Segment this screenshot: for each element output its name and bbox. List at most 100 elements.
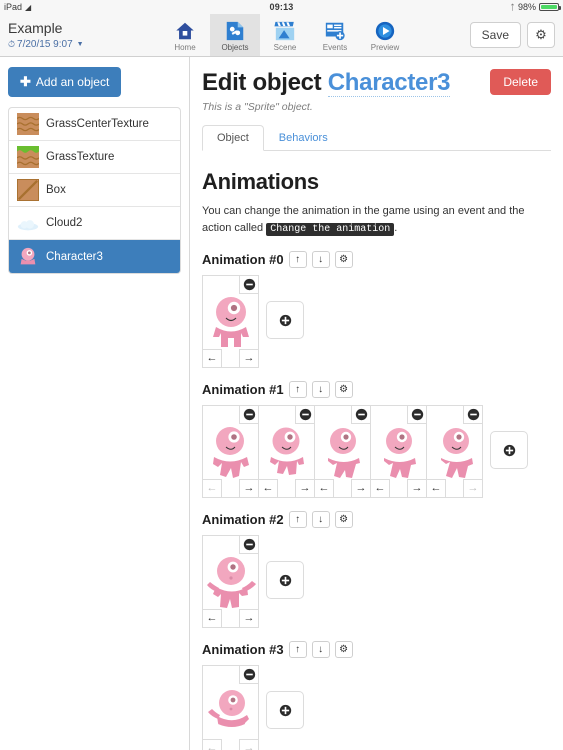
list-item-grasscentertexture[interactable]: GrassCenterTexture bbox=[9, 108, 180, 141]
arrow-left-icon[interactable]: ← bbox=[203, 479, 222, 497]
arrow-up-icon[interactable]: ↑ bbox=[288, 251, 307, 268]
animation-frames-1: ← → ← → ← → ← → ← → bbox=[202, 405, 551, 498]
nav-tab-home[interactable]: Home bbox=[160, 14, 210, 56]
arrow-down-icon[interactable]: ↓ bbox=[311, 511, 330, 528]
animation-frame[interactable]: ← → bbox=[370, 405, 427, 498]
arrow-up-icon[interactable]: ↑ bbox=[288, 381, 307, 398]
tab-behaviors[interactable]: Behaviors bbox=[264, 125, 343, 151]
gear-icon[interactable]: ⚙ bbox=[334, 381, 353, 398]
list-item-label: GrassCenterTexture bbox=[46, 118, 149, 130]
animation-frame[interactable]: ← → bbox=[426, 405, 483, 498]
nav-tab-scene[interactable]: Scene bbox=[260, 14, 310, 56]
arrow-right-icon[interactable]: → bbox=[351, 479, 370, 497]
change-animation-code-badge: Change the animation bbox=[266, 223, 395, 236]
ios-status-bar: iPad ◢ 09:13 ᛏ 98% bbox=[0, 0, 563, 14]
character-thumb bbox=[20, 247, 36, 264]
battery-icon bbox=[539, 3, 561, 11]
arrow-right-icon[interactable]: → bbox=[239, 609, 258, 627]
animation-frames-2: ← → bbox=[202, 535, 551, 628]
minus-circle-icon[interactable] bbox=[407, 406, 426, 424]
animation-header-3: Animation #3 ↑ ↓ ⚙ bbox=[202, 641, 551, 658]
character-sprite-walk-5 bbox=[438, 427, 474, 478]
arrow-down-icon[interactable]: ↓ bbox=[311, 641, 330, 658]
save-button[interactable]: Save bbox=[469, 22, 521, 48]
arrow-left-icon[interactable]: ← bbox=[427, 479, 446, 497]
gear-icon[interactable]: ⚙ bbox=[334, 511, 353, 528]
arrow-up-icon[interactable]: ↑ bbox=[288, 641, 307, 658]
nav-tab-home-label: Home bbox=[174, 43, 196, 52]
list-item-character3[interactable]: Character3 bbox=[9, 240, 180, 273]
add-frame-button[interactable] bbox=[266, 691, 304, 729]
minus-circle-icon[interactable] bbox=[351, 406, 370, 424]
arrow-right-icon[interactable]: → bbox=[463, 479, 482, 497]
animation-frame[interactable]: ← → bbox=[258, 405, 315, 498]
animation-frame[interactable]: ← → bbox=[202, 275, 259, 368]
animation-frame[interactable]: ← → bbox=[314, 405, 371, 498]
arrow-left-icon[interactable]: ← bbox=[203, 349, 222, 367]
arrow-up-icon[interactable]: ↑ bbox=[288, 511, 307, 528]
animation-header-2: Animation #2 ↑ ↓ ⚙ bbox=[202, 511, 551, 528]
animation-label-1: Animation #1 bbox=[202, 382, 284, 397]
character-sprite-crouch bbox=[207, 689, 249, 727]
page-title: Edit object Character3 bbox=[202, 69, 450, 97]
grass-texture-thumb bbox=[17, 146, 39, 168]
nav-tab-objects[interactable]: Objects bbox=[210, 14, 260, 56]
add-frame-button[interactable] bbox=[490, 431, 528, 469]
animations-description-period: . bbox=[394, 222, 398, 234]
arrow-down-icon[interactable]: ↓ bbox=[311, 381, 330, 398]
object-type-subtitle: This is a "Sprite" object. bbox=[202, 101, 313, 113]
minus-circle-icon[interactable] bbox=[463, 406, 482, 424]
object-editor-panel: Edit object Character3 Delete This is a … bbox=[190, 57, 563, 750]
top-navigation-bar: Example ⏱ 7/20/15 9:07 ▼ Home Objects Sc… bbox=[0, 14, 563, 57]
list-item-grasstexture[interactable]: GrassTexture bbox=[9, 141, 180, 174]
bluetooth-icon: ᛏ bbox=[510, 2, 515, 12]
cloud-thumb bbox=[17, 220, 39, 231]
arrow-right-icon[interactable]: → bbox=[239, 349, 258, 367]
minus-circle-icon[interactable] bbox=[239, 536, 258, 554]
list-item-label: Cloud2 bbox=[46, 217, 83, 229]
arrow-left-icon[interactable]: ← bbox=[315, 479, 334, 497]
animation-frame[interactable]: ← → bbox=[202, 665, 259, 750]
nav-tab-objects-label: Objects bbox=[221, 43, 249, 52]
arrow-left-icon[interactable]: ← bbox=[259, 479, 278, 497]
gear-icon[interactable]: ⚙ bbox=[334, 641, 353, 658]
scene-icon bbox=[274, 21, 295, 41]
chevron-down-icon[interactable]: ▼ bbox=[77, 38, 84, 51]
arrow-down-icon[interactable]: ↓ bbox=[311, 251, 330, 268]
arrow-right-icon[interactable]: → bbox=[407, 479, 426, 497]
app-root: iPad ◢ 09:13 ᛏ 98% Example ⏱ 7/20/15 9:0… bbox=[0, 0, 563, 750]
animation-frame[interactable]: ← → bbox=[202, 535, 259, 628]
main-nav-tabs: Home Objects Scene Events Preview bbox=[160, 14, 410, 56]
arrow-left-icon[interactable]: ← bbox=[203, 739, 222, 750]
nav-tab-events[interactable]: Events bbox=[310, 14, 360, 56]
arrow-right-icon[interactable]: → bbox=[295, 479, 314, 497]
animation-frame[interactable]: ← → bbox=[202, 405, 259, 498]
delete-button[interactable]: Delete bbox=[490, 69, 551, 95]
minus-circle-icon[interactable] bbox=[239, 276, 258, 294]
add-frame-button[interactable] bbox=[266, 561, 304, 599]
arrow-right-icon[interactable]: → bbox=[239, 479, 258, 497]
arrow-right-icon[interactable]: → bbox=[239, 739, 258, 750]
add-object-button[interactable]: ✚ Add an object bbox=[8, 67, 122, 97]
plus-circle-icon bbox=[279, 704, 291, 716]
nav-tab-preview[interactable]: Preview bbox=[360, 14, 410, 56]
page-title-object-name[interactable]: Character3 bbox=[327, 69, 450, 97]
animations-section-title: Animations bbox=[202, 169, 319, 194]
project-info[interactable]: Example ⏱ 7/20/15 9:07 ▼ bbox=[0, 14, 160, 56]
list-item-box[interactable]: Box bbox=[9, 174, 180, 207]
gear-icon[interactable]: ⚙ bbox=[334, 251, 353, 268]
plus-circle-icon bbox=[503, 444, 515, 456]
settings-gear-button[interactable]: ⚙ bbox=[527, 22, 555, 48]
arrow-left-icon[interactable]: ← bbox=[203, 609, 222, 627]
tab-object[interactable]: Object bbox=[202, 125, 264, 151]
character-sprite-walk-2 bbox=[268, 427, 304, 475]
minus-circle-icon[interactable] bbox=[295, 406, 314, 424]
minus-circle-icon[interactable] bbox=[239, 406, 258, 424]
status-bar-right: ᛏ 98% bbox=[510, 2, 561, 12]
arrow-left-icon[interactable]: ← bbox=[371, 479, 390, 497]
character-sprite-walk-1 bbox=[212, 426, 249, 478]
project-date-row[interactable]: ⏱ 7/20/15 9:07 ▼ bbox=[8, 38, 160, 51]
list-item-cloud2[interactable]: Cloud2 bbox=[9, 207, 180, 240]
minus-circle-icon[interactable] bbox=[239, 666, 258, 684]
add-frame-button[interactable] bbox=[266, 301, 304, 339]
